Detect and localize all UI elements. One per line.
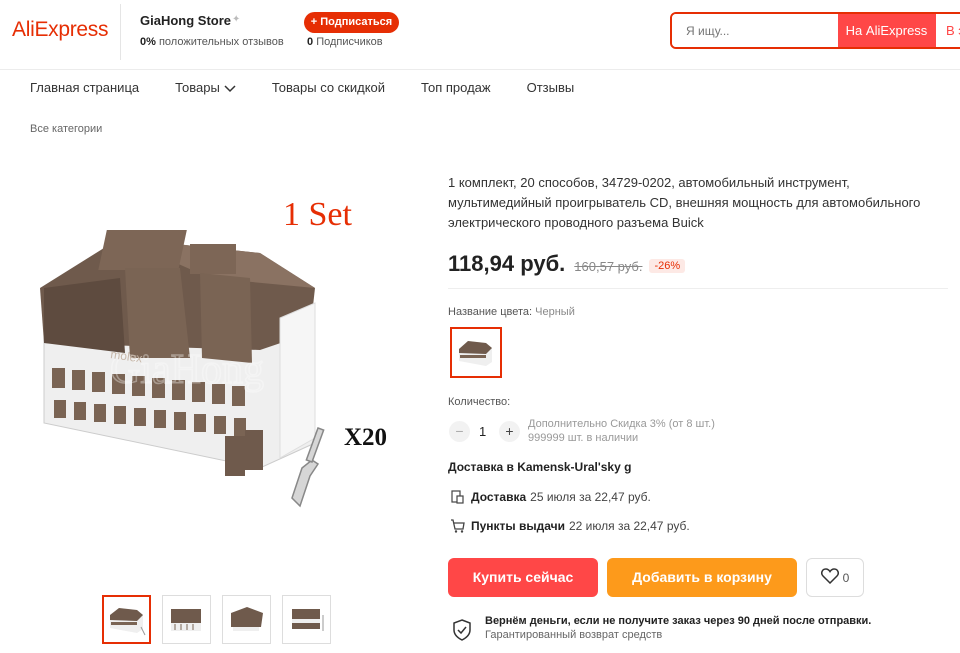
wishlist-count: 0	[842, 570, 850, 585]
positive-reviews: 0% положительных отзывов	[140, 36, 284, 48]
pickup-text: 22 июля за 22,47 руб.	[568, 519, 690, 533]
store-info-icon[interactable]: ✦	[232, 14, 240, 25]
positive-reviews-label: положительных отзывов	[158, 36, 284, 48]
color-value: Черный	[535, 306, 575, 318]
thumbnail[interactable]	[282, 595, 331, 644]
delivery-courier: Доставка 25 июля за 22,47 руб.	[450, 490, 651, 504]
store-nav: Главная страница Товары Товары со скидко…	[30, 80, 610, 98]
followers-count: 0 Подписчиков	[307, 36, 383, 48]
price-row: 118,94 руб. 160,57 руб. -26%	[448, 251, 686, 277]
thumbnail[interactable]	[222, 595, 271, 644]
divider	[448, 288, 948, 289]
delivery-doc-icon	[450, 490, 466, 504]
product-title: 1 комплект, 20 способов, 34729-0202, авт…	[448, 175, 921, 230]
shield-check-icon	[452, 619, 472, 644]
nav-products-label: Товары	[175, 80, 220, 95]
quantity-label: Количество:	[448, 396, 511, 408]
product-main-image[interactable]: 1 Set X20 GiaHong molex	[30, 168, 430, 588]
guarantee-main: Вернём деньги, если не получите заказ че…	[485, 615, 872, 627]
color-label: Название цвета: Черный	[448, 306, 575, 318]
breadcrumb[interactable]: Все категории	[30, 123, 102, 135]
delivery-title[interactable]: Доставка в Kamensk-Ural'sky g	[448, 460, 631, 474]
guarantee-sub: Гарантированный возврат средств	[485, 629, 663, 641]
heart-icon	[820, 568, 839, 587]
stock-text: 999999 шт. в наличии	[528, 432, 639, 444]
store-header: AliExpress GiaHong Store ✦ 0% положитель…	[0, 0, 960, 70]
buy-now-button[interactable]: Купить сейчас	[448, 558, 598, 597]
pickup-label: Пункты выдачи	[471, 519, 565, 533]
thumbnail[interactable]	[102, 595, 151, 644]
header-divider	[120, 4, 121, 60]
followers-label: Подписчиков	[316, 36, 383, 48]
aliexpress-logo[interactable]: AliExpress	[12, 18, 109, 42]
quantity-info: Дополнительно Скидка 3% (от 8 шт.) 99999…	[528, 417, 715, 445]
thumbnail[interactable]	[162, 595, 211, 644]
pickup-point-icon	[450, 519, 466, 533]
search-bar: На AliExpress В э	[670, 12, 960, 49]
color-option-black[interactable]	[450, 327, 502, 378]
search-input[interactable]	[672, 14, 838, 47]
image-label-set: 1 Set	[283, 196, 353, 233]
current-price: 118,94 руб.	[448, 251, 566, 276]
add-to-cart-button[interactable]: Добавить в корзину	[607, 558, 797, 597]
followers-value: 0	[307, 36, 314, 48]
old-price: 160,57 руб.	[574, 259, 643, 274]
quantity-value[interactable]: 1	[479, 424, 486, 439]
search-store-button[interactable]: В э	[935, 14, 960, 47]
nav-home[interactable]: Главная страница	[30, 80, 139, 98]
quantity-decrease-button[interactable]: −	[449, 421, 470, 442]
nav-reviews[interactable]: Отзывы	[527, 80, 575, 98]
thumbnail-strip	[102, 595, 331, 644]
extra-discount-text: Дополнительно Скидка 3% (от 8 шт.)	[528, 418, 715, 430]
store-name[interactable]: GiaHong Store	[140, 13, 231, 28]
delivery-pickup: Пункты выдачи 22 июля за 22,47 руб.	[450, 519, 690, 533]
chevron-down-icon	[224, 81, 236, 96]
discount-badge: -26%	[649, 259, 686, 273]
color-label-text: Название цвета:	[448, 306, 533, 318]
nav-top-sales[interactable]: Топ продаж	[421, 80, 491, 98]
subscribe-button[interactable]: + Подписаться	[304, 12, 399, 33]
search-aliexpress-button[interactable]: На AliExpress	[838, 14, 935, 47]
image-label-qty: X20	[344, 424, 387, 451]
quantity-increase-button[interactable]: +	[499, 421, 520, 442]
wishlist-button[interactable]: 0	[806, 558, 864, 597]
positive-reviews-value: 0%	[140, 36, 156, 48]
nav-products[interactable]: Товары	[175, 80, 236, 98]
nav-discounted[interactable]: Товары со скидкой	[272, 80, 385, 98]
courier-text: 25 июля за 22,47 руб.	[530, 490, 651, 504]
courier-label: Доставка	[471, 490, 527, 504]
